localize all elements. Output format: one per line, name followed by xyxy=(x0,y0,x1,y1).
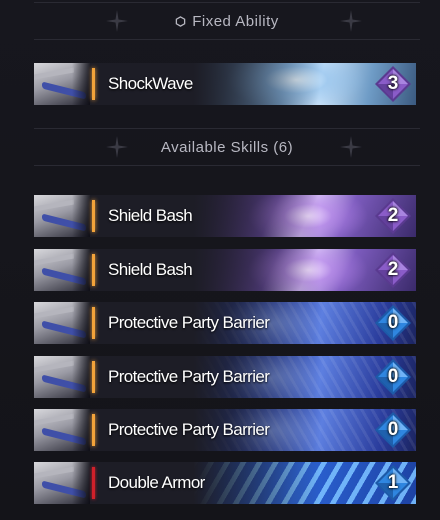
cost-value: 1 xyxy=(387,472,399,493)
cost-badge: 2 xyxy=(374,197,412,235)
skill-row[interactable]: Protective Party Barrier 0 xyxy=(34,356,416,398)
rarity-accent-bar xyxy=(92,307,95,339)
skill-name: Protective Party Barrier xyxy=(108,313,270,332)
skill-name: Shield Bash xyxy=(108,206,193,225)
cost-value: 2 xyxy=(387,205,399,226)
fixed-skill-row[interactable]: ShockWave 3 xyxy=(34,63,416,105)
rarity-accent-bar xyxy=(92,200,95,232)
rarity-accent-bar xyxy=(92,254,95,286)
skill-name: Protective Party Barrier xyxy=(108,367,270,386)
rarity-accent-bar xyxy=(92,414,95,446)
cost-badge: 0 xyxy=(374,358,412,396)
character-portrait xyxy=(34,462,90,504)
character-portrait xyxy=(34,409,90,451)
cost-badge: 2 xyxy=(374,251,412,289)
skill-name: Double Armor xyxy=(108,473,205,492)
character-portrait xyxy=(34,195,90,237)
sparkle-icon xyxy=(340,136,362,158)
available-skills-title-wrap: Available Skills (6) xyxy=(161,139,293,156)
available-skills-header: Available Skills (6) xyxy=(34,128,420,166)
rarity-accent-bar xyxy=(92,68,95,100)
cost-value: 3 xyxy=(387,73,399,94)
sparkle-icon xyxy=(340,10,362,32)
sparkle-icon xyxy=(106,10,128,32)
cost-value: 0 xyxy=(387,312,399,333)
character-portrait xyxy=(34,302,90,344)
skill-name: Protective Party Barrier xyxy=(108,420,270,439)
skill-row[interactable]: Protective Party Barrier 0 xyxy=(34,302,416,344)
cost-value: 0 xyxy=(387,419,399,440)
available-skills-title: Available Skills (6) xyxy=(160,138,294,156)
cost-badge: 0 xyxy=(374,411,412,449)
cost-value: 2 xyxy=(387,259,399,280)
character-portrait xyxy=(34,63,90,105)
cost-value: 0 xyxy=(387,366,399,387)
skill-row[interactable]: Protective Party Barrier 0 xyxy=(34,409,416,451)
skill-row[interactable]: Double Armor 1 xyxy=(34,462,416,504)
rarity-accent-bar xyxy=(92,467,95,499)
cost-badge: 1 xyxy=(374,464,412,502)
fixed-ability-title-wrap: Fixed Ability xyxy=(175,13,279,30)
skill-name: ShockWave xyxy=(108,74,193,93)
fixed-ability-header: Fixed Ability xyxy=(34,2,420,40)
hexagon-icon xyxy=(175,15,186,27)
sparkle-icon xyxy=(106,136,128,158)
skill-name: Shield Bash xyxy=(108,260,193,279)
skill-selection-panel: Fixed Ability ShockWave 3 Available Skil… xyxy=(0,0,440,520)
skill-row[interactable]: Shield Bash 2 xyxy=(34,195,416,237)
cost-badge: 3 xyxy=(374,65,412,103)
character-portrait xyxy=(34,249,90,291)
skill-row[interactable]: Shield Bash 2 xyxy=(34,249,416,291)
cost-badge: 0 xyxy=(374,304,412,342)
fixed-ability-title: Fixed Ability xyxy=(192,12,279,30)
rarity-accent-bar xyxy=(92,361,95,393)
character-portrait xyxy=(34,356,90,398)
